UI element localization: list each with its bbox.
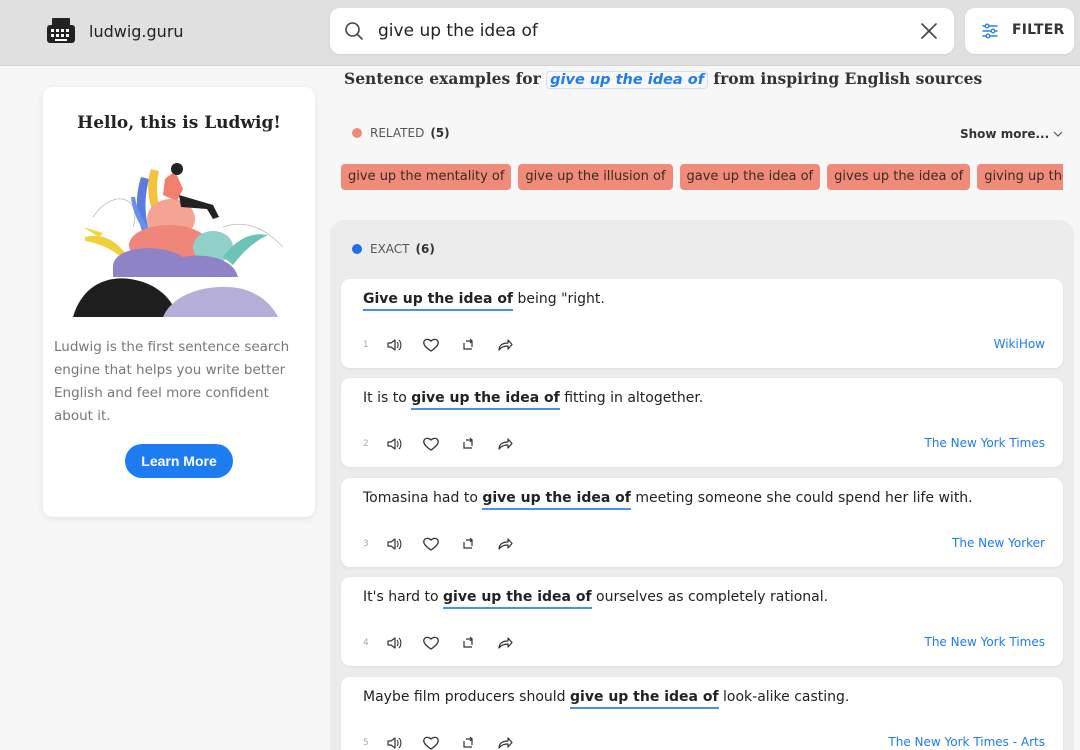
result-actions: 2 bbox=[363, 435, 533, 453]
intro-card: Hello, this is Ludwig! Ludwig is the fir… bbox=[43, 87, 315, 517]
sentence-before: Maybe film producers should bbox=[363, 689, 570, 705]
result-actions: 1 bbox=[363, 336, 533, 354]
result-card: It is to give up the idea of fitting in … bbox=[341, 378, 1063, 467]
sentence-after: fitting in altogether. bbox=[559, 390, 704, 406]
copy-icon[interactable] bbox=[459, 435, 477, 453]
exact-header: EXACT (6) bbox=[352, 242, 435, 256]
filter-label: FILTER bbox=[1012, 22, 1065, 38]
result-card: Tomasina had to give up the idea of meet… bbox=[341, 478, 1063, 567]
result-sentence: Tomasina had to give up the idea of meet… bbox=[363, 490, 973, 510]
share-icon[interactable] bbox=[496, 435, 514, 453]
intro-title: Hello, this is Ludwig! bbox=[77, 113, 281, 133]
related-dot bbox=[352, 128, 362, 138]
logo[interactable]: ludwig.guru bbox=[46, 16, 184, 46]
speaker-icon[interactable] bbox=[385, 535, 403, 553]
result-source-link[interactable]: The New York Times bbox=[924, 635, 1045, 649]
related-label: RELATED bbox=[370, 126, 425, 140]
related-chip[interactable]: give up the illusion of bbox=[518, 164, 673, 190]
result-number: 2 bbox=[363, 439, 369, 449]
result-actions: 5 bbox=[363, 734, 533, 750]
share-icon[interactable] bbox=[496, 535, 514, 553]
related-count: (5) bbox=[430, 126, 450, 140]
speaker-icon[interactable] bbox=[385, 634, 403, 652]
result-source-link[interactable]: WikiHow bbox=[994, 337, 1045, 351]
speaker-icon[interactable] bbox=[385, 336, 403, 354]
share-icon[interactable] bbox=[496, 734, 514, 750]
result-sentence: It's hard to give up the idea of ourselv… bbox=[363, 589, 829, 609]
result-sentence: It is to give up the idea of fitting in … bbox=[363, 390, 704, 410]
sentence-after: look-alike casting. bbox=[718, 689, 850, 705]
related-chip[interactable]: gave up the idea of bbox=[679, 164, 821, 190]
result-sentence: Maybe film producers should give up the … bbox=[363, 689, 850, 709]
result-card: Give up the idea of being "right. 1 WikiHo… bbox=[341, 279, 1063, 368]
intro-description: Ludwig is the first sentence search engi… bbox=[54, 339, 290, 424]
result-sentence: Give up the idea of being "right. bbox=[363, 291, 605, 311]
exact-label: EXACT bbox=[370, 242, 410, 256]
related-chip[interactable]: giving up the idea of bbox=[977, 164, 1063, 190]
result-actions: 4 bbox=[363, 634, 533, 652]
copy-icon[interactable] bbox=[459, 634, 477, 652]
result-number: 3 bbox=[363, 539, 369, 549]
typewriter-icon bbox=[47, 18, 75, 43]
heart-icon[interactable] bbox=[422, 435, 440, 453]
chevron-down-icon bbox=[1053, 131, 1063, 137]
copy-icon[interactable] bbox=[459, 336, 477, 354]
learn-more-button[interactable]: Learn More bbox=[125, 444, 233, 478]
heading-query: give up the idea of bbox=[546, 71, 709, 89]
result-number: 1 bbox=[363, 340, 369, 350]
sentence-after: ourselves as completely rational. bbox=[591, 589, 829, 605]
page-title: Sentence examples for give up the idea o… bbox=[344, 69, 982, 89]
heart-icon[interactable] bbox=[422, 634, 440, 652]
search-bar[interactable] bbox=[330, 8, 954, 54]
search-input[interactable] bbox=[378, 17, 898, 45]
related-header: RELATED (5) bbox=[352, 126, 450, 140]
search-icon[interactable] bbox=[344, 21, 364, 41]
share-icon[interactable] bbox=[496, 634, 514, 652]
related-chips: give up the mentality of give up the illu… bbox=[341, 164, 1063, 191]
sliders-icon bbox=[982, 23, 998, 39]
copy-icon[interactable] bbox=[459, 535, 477, 553]
related-chip[interactable]: gives up the idea of bbox=[827, 164, 971, 190]
speaker-icon[interactable] bbox=[385, 435, 403, 453]
related-chip[interactable]: give up the mentality of bbox=[341, 164, 512, 190]
show-more-label: Show more... bbox=[960, 127, 1050, 141]
heading-prefix: Sentence examples for bbox=[344, 69, 541, 88]
heart-icon[interactable] bbox=[422, 336, 440, 354]
top-header: ludwig.guru FILTER bbox=[0, 0, 1080, 66]
result-number: 5 bbox=[363, 738, 369, 748]
exact-count: (6) bbox=[415, 242, 435, 256]
exact-dot bbox=[352, 244, 362, 254]
sentence-match: Give up the idea of bbox=[363, 291, 514, 311]
result-number: 4 bbox=[363, 638, 369, 648]
filter-button[interactable]: FILTER bbox=[965, 8, 1074, 54]
sentence-before: Tomasina had to bbox=[363, 490, 483, 506]
sentence-match: give up the idea of bbox=[570, 689, 719, 709]
result-source-link[interactable]: The New York Times bbox=[924, 436, 1045, 450]
sentence-before: It is to bbox=[363, 390, 412, 406]
sentence-match: give up the idea of bbox=[411, 390, 560, 410]
sentence-before: It's hard to bbox=[363, 589, 444, 605]
result-actions: 3 bbox=[363, 535, 533, 553]
show-more-button[interactable]: Show more... bbox=[960, 127, 1063, 141]
result-card: It's hard to give up the idea of ourselv… bbox=[341, 577, 1063, 666]
share-icon[interactable] bbox=[496, 336, 514, 354]
close-icon[interactable] bbox=[920, 22, 938, 40]
heart-icon[interactable] bbox=[422, 535, 440, 553]
sentence-after: being "right. bbox=[513, 291, 605, 307]
site-name: ludwig.guru bbox=[89, 21, 184, 41]
result-card: Maybe film producers should give up the … bbox=[341, 677, 1063, 750]
result-source-link[interactable]: The New Yorker bbox=[952, 536, 1045, 550]
sentence-match: give up the idea of bbox=[482, 490, 631, 510]
sentence-after: meeting someone she could spend her life… bbox=[630, 490, 973, 506]
speaker-icon[interactable] bbox=[385, 734, 403, 750]
copy-icon[interactable] bbox=[459, 734, 477, 750]
result-source-link[interactable]: The New York Times - Arts bbox=[888, 735, 1045, 749]
sentence-match: give up the idea of bbox=[443, 589, 592, 609]
heart-icon[interactable] bbox=[422, 734, 440, 750]
person-on-hills-illustration bbox=[73, 163, 284, 317]
heading-suffix: from inspiring English sources bbox=[713, 69, 983, 88]
